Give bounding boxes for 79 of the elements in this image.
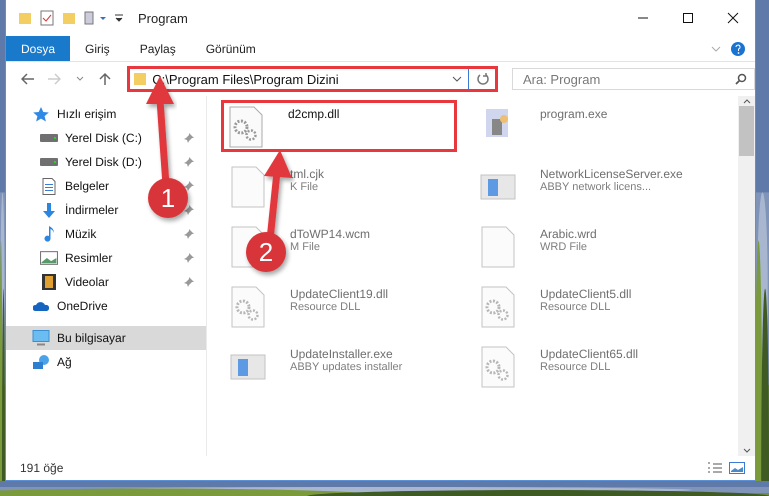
chevron-down-icon (76, 76, 84, 82)
help-icon[interactable] (731, 42, 745, 56)
ribbon-tab[interactable]: Görünüm (190, 36, 271, 61)
chevron-down-icon[interactable] (452, 75, 462, 83)
computer-icon (32, 330, 50, 346)
file-name[interactable]: program.exe (540, 107, 608, 121)
gear-file-icon (230, 285, 266, 329)
file-icon (230, 165, 266, 209)
highlighted-file-item[interactable]: d2cmp.dll (221, 100, 457, 152)
sidebar-item[interactable]: Bu bilgisayar (6, 326, 206, 350)
sidebar-item[interactable]: Videolar (6, 270, 115, 294)
gear-file-icon (480, 285, 516, 329)
file-type: Resource DLL (540, 301, 612, 313)
pin-icon[interactable] (184, 229, 194, 239)
folder-icon (134, 72, 146, 86)
sidebar-item[interactable]: Hızlı erişim (6, 102, 122, 126)
file-type: WRD File (540, 241, 588, 253)
pin-icon[interactable] (184, 133, 194, 143)
details-view-icon[interactable] (707, 462, 723, 474)
sidebar-item[interactable]: Yerel Disk (C:) (6, 126, 148, 150)
file-type: ABBY updates installer (290, 361, 402, 373)
forward-arrow-icon (46, 73, 61, 85)
pin-icon[interactable] (184, 205, 194, 215)
sidebar-item[interactable]: Resimler (6, 246, 118, 270)
sidebar-item[interactable]: Ağ (6, 350, 78, 374)
back-arrow-icon (20, 73, 35, 85)
file-icon (480, 225, 516, 269)
window-title: Program (138, 10, 188, 26)
file-name[interactable]: dToWP14.wcm (290, 227, 370, 241)
maximize-icon (682, 12, 694, 24)
ribbon-tab[interactable]: Dosya (6, 36, 70, 61)
file-name[interactable]: d2cmp.dll (288, 107, 340, 121)
pin-icon[interactable] (184, 253, 194, 263)
drive-icon (40, 134, 58, 142)
file-type: ABBY network licens... (540, 181, 652, 193)
drive-icon (40, 158, 58, 166)
scrollbar-thumb[interactable] (739, 106, 754, 156)
file-name[interactable]: UpdateInstaller.exe (290, 347, 402, 361)
item-count: 191 öğe (20, 461, 64, 475)
refresh-icon[interactable] (474, 72, 491, 86)
file-type: Resource DLL (290, 301, 362, 313)
ribbon-tab[interactable]: Giriş (70, 36, 125, 61)
gear-file-icon (480, 345, 516, 389)
cloud-icon (33, 301, 49, 311)
music-note-icon (44, 226, 54, 242)
file-type: Resource DLL (540, 361, 612, 373)
network-icon (33, 355, 49, 369)
sidebar-item[interactable]: OneDrive (6, 294, 114, 318)
star-icon (33, 106, 49, 122)
scrollbar[interactable] (738, 96, 755, 456)
film-icon (42, 274, 56, 290)
document-icon (42, 178, 56, 194)
pin-icon[interactable] (184, 181, 194, 191)
file-name[interactable]: UpdateClient19.dll (290, 287, 388, 301)
file-name[interactable]: UpdateClient65.dll (540, 347, 638, 361)
view-dropdown-icon[interactable] (84, 11, 106, 25)
gear-file-icon (228, 105, 264, 149)
ribbon-tab[interactable]: Paylaş (124, 36, 191, 61)
file-name[interactable]: tml.cjk (290, 167, 324, 181)
sidebar-item[interactable]: Müzik (6, 222, 102, 246)
file-name[interactable]: Arabic.wrd (540, 227, 597, 241)
close-icon (726, 12, 738, 24)
search-icon (734, 73, 747, 85)
sidebar-item[interactable]: Belgeler (6, 174, 116, 198)
properties-icon[interactable] (40, 10, 54, 26)
file-name[interactable]: NetworkLicenseServer.exe (540, 167, 683, 181)
sidebar-item[interactable]: İndirmeler (6, 198, 124, 222)
file-type: K File (290, 181, 320, 193)
file-name[interactable]: UpdateClient5.dll (540, 287, 632, 301)
large-icons-view-icon[interactable] (729, 462, 745, 474)
picture-icon (40, 251, 58, 265)
download-arrow-icon (42, 202, 56, 218)
file-type: M File (290, 241, 321, 253)
pin-icon[interactable] (184, 277, 194, 287)
search-field[interactable]: Ara: Program (512, 68, 755, 90)
up-arrow-icon (99, 72, 112, 86)
customize-toolbar-icon[interactable] (114, 13, 124, 23)
sidebar-item[interactable]: Yerel Disk (D:) (6, 150, 148, 174)
pin-icon[interactable] (184, 157, 194, 167)
